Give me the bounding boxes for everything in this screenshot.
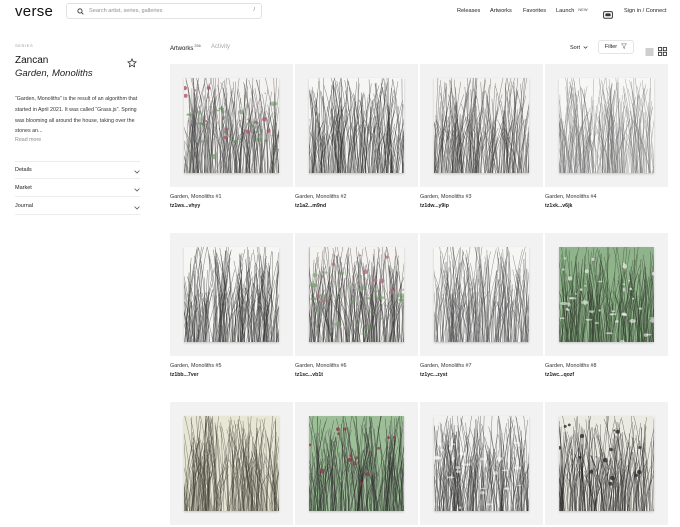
accordion-label: Details [15,167,32,173]
artwork-image[interactable] [434,247,529,342]
artist-name[interactable]: Zancan [15,55,48,66]
artwork-image[interactable] [309,78,404,173]
artwork-title: Garden, Monoliths #1 [170,194,222,200]
artwork-image[interactable] [184,247,279,342]
accordion-journal[interactable]: Journal [15,197,140,215]
artwork-image[interactable] [184,416,279,511]
artwork-image[interactable] [434,416,529,511]
artwork-frame [170,64,293,187]
filter-button[interactable]: Filter [598,40,634,54]
new-badge: NEW [578,8,588,12]
owner-address[interactable]: tz1yc...zyst [420,372,447,378]
artwork-image[interactable] [559,416,654,511]
accordion-label: Market [15,184,32,191]
owner-address[interactable]: tz1sc...vb1t [295,372,323,378]
accordion-label: Journal [15,202,34,209]
artwork-frame [170,402,293,525]
owner-address[interactable]: tz1xk...v6jk [545,203,572,209]
owner-address[interactable]: tz1dw...y9ip [420,203,449,209]
artwork-frame [545,233,668,356]
list-view-icon[interactable] [645,43,654,56]
artwork-title: Garden, Monoliths #4 [545,194,597,200]
search-box[interactable]: / [66,3,262,19]
grid-view-icon[interactable] [658,43,667,56]
search-shortcut-hint: / [253,7,255,13]
tab-artworks[interactable]: Artworks256 [170,44,201,52]
nav-label: Favorites [523,8,547,14]
chevron-down-icon [134,197,140,215]
artworks-count: 256 [194,44,201,48]
artwork-frame [545,64,668,187]
nav-item-favorites[interactable]: Favorites [523,8,546,14]
artwork-image[interactable] [559,247,654,342]
artwork-title: Garden, Monoliths #3 [420,194,472,200]
chevron-down-icon [134,161,140,179]
artwork-image[interactable] [434,78,529,173]
favorite-star-icon[interactable] [127,55,137,68]
sort-label: Sort [569,44,581,51]
read-more-link[interactable]: Read more [15,137,41,143]
owner-address[interactable]: tz1ws...vhyy [170,203,200,209]
artwork-frame [420,233,543,356]
logo[interactable]: verse [15,3,53,20]
artwork-frame [295,402,418,525]
sort-button[interactable]: Sort [565,41,593,54]
artwork-image[interactable] [559,78,654,173]
accordion-details[interactable]: Details [15,161,140,179]
artwork-title: Garden, Monoliths #7 [420,363,472,369]
artwork-title: Garden, Monoliths #6 [295,363,347,369]
artwork-image[interactable] [309,416,404,511]
chevron-down-icon [583,45,588,51]
artwork-frame [545,402,668,525]
filter-label: Filter [604,44,618,50]
owner-address[interactable]: tz1a2...m9nd [295,203,326,209]
artwork-title: Garden, Monoliths #5 [170,363,222,369]
artwork-frame [295,233,418,356]
artwork-title: Garden, Monoliths #2 [295,194,347,200]
artwork-frame [420,402,543,525]
nav-label: Artworks [490,8,512,14]
artwork-frame [170,233,293,356]
artwork-title: Garden, Monoliths #8 [545,363,597,369]
series-title: Garden, Monoliths [15,68,93,79]
series-description: “Garden, Monoliths” is the result of an … [15,96,138,135]
tab-label: Artworks [170,46,194,52]
owner-address[interactable]: tz1wc...qozf [545,372,574,378]
search-input[interactable] [89,8,239,14]
wallet-icon[interactable] [603,6,613,19]
section-label: SERIES [15,43,34,48]
search-icon [73,4,87,18]
nav-label: Launch [556,8,575,14]
artwork-frame [295,64,418,187]
top-bar: verse / Releases Artworks Favorites Laun… [0,0,680,24]
accordion-market[interactable]: Market [15,179,140,197]
nav-item-releases[interactable]: Releases [457,8,480,14]
nav-item-launch[interactable]: Launch NEW [556,8,588,14]
artwork-image[interactable] [309,247,404,342]
nav-item-artworks[interactable]: Artworks [490,8,512,14]
nav-label: Releases [457,8,481,14]
owner-address[interactable]: tz1bb...7ver [170,372,199,378]
artwork-image[interactable] [184,78,279,173]
tab-activity[interactable]: Activity [211,44,230,50]
artwork-frame [420,64,543,187]
sign-in-link[interactable]: Sign in / Connect [624,8,667,14]
chevron-down-icon [134,179,140,197]
filter-icon [620,43,628,51]
